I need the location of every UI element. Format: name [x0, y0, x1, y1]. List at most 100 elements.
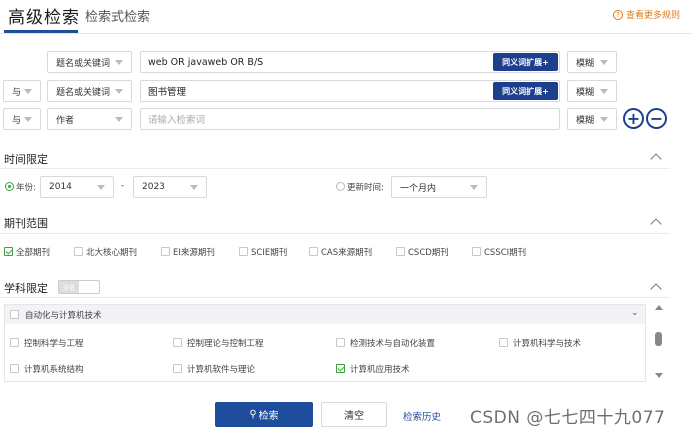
- divider: [0, 168, 670, 169]
- synonym-label-1: 同义词扩展: [502, 57, 543, 67]
- category-label: 自动化与计算机技术: [25, 311, 102, 321]
- scroll-down-icon[interactable]: [655, 373, 663, 378]
- journal-checkbox-cssci[interactable]: [472, 247, 481, 256]
- chevron-down-icon: [600, 117, 608, 122]
- logic-select-3-label: 与: [12, 115, 22, 126]
- subject-checkbox[interactable]: [10, 364, 19, 373]
- chevron-down-icon: [190, 185, 198, 190]
- subject-item-label: 计算机科学与技术: [513, 339, 582, 349]
- select-all-toggle[interactable]: 全选: [58, 280, 100, 294]
- search-history-link[interactable]: 检索历史: [403, 409, 441, 423]
- search-term-1-value: web OR javaweb OR B/S: [148, 56, 264, 68]
- chevron-down-icon: [24, 117, 32, 122]
- update-time-radio[interactable]: [336, 182, 345, 191]
- chevron-down-icon: [24, 89, 32, 94]
- subject-checkbox[interactable]: [336, 338, 345, 347]
- synonym-expand-button-1[interactable]: 同义词扩展 +: [493, 53, 558, 71]
- scroll-thumb[interactable]: [655, 332, 662, 346]
- field-select-3-label: 作者: [56, 115, 75, 126]
- match-select-2[interactable]: 模糊: [567, 80, 617, 102]
- journal-checkbox-scie[interactable]: [239, 247, 248, 256]
- help-link-label: 查看更多规则: [625, 11, 680, 21]
- match-select-1-label: 模糊: [576, 58, 595, 69]
- update-time-select[interactable]: 一个月内: [391, 176, 487, 198]
- update-time-label: 更新时间:: [347, 183, 384, 193]
- logic-select-2[interactable]: 与: [3, 80, 41, 102]
- subject-checkbox[interactable]: [336, 364, 345, 373]
- divider: [0, 297, 670, 298]
- journal-checkbox-ei[interactable]: [161, 247, 170, 256]
- divider: [0, 233, 670, 234]
- chevron-down-icon: [115, 60, 123, 65]
- journal-checkbox-all[interactable]: [4, 247, 13, 256]
- tab-divider: [0, 33, 692, 34]
- search-term-3-placeholder: 请输入检索词: [148, 115, 206, 126]
- journal-checkbox-pku[interactable]: [74, 247, 83, 256]
- plus-icon: +: [542, 57, 549, 67]
- year-to-select[interactable]: 2023: [133, 176, 207, 198]
- logic-select-2-label: 与: [12, 87, 22, 98]
- watermark: CSDN @七七四十九077: [470, 408, 666, 428]
- question-icon: ?: [612, 9, 623, 20]
- search-button-label: 检索: [258, 411, 279, 422]
- field-select-2[interactable]: 题名或关键词: [47, 80, 132, 102]
- journal-option-label: CSSCI期刊: [484, 248, 527, 258]
- year-to-value: 2023: [142, 182, 165, 192]
- search-icon: ⚲: [249, 409, 257, 420]
- time-section-title: 时间限定: [4, 153, 48, 166]
- match-select-1[interactable]: 模糊: [567, 51, 617, 73]
- year-from-value: 2014: [49, 182, 72, 192]
- search-term-input-3[interactable]: 请输入检索词: [140, 108, 560, 130]
- subject-item-label: 控制科学与工程: [24, 339, 84, 349]
- field-select-2-label: 题名或关键词: [56, 87, 111, 98]
- category-checkbox[interactable]: [10, 310, 19, 319]
- chevron-down-icon: [97, 185, 105, 190]
- search-button[interactable]: ⚲ 检索: [215, 402, 313, 427]
- subject-checkbox[interactable]: [10, 338, 19, 347]
- subject-checkbox[interactable]: [173, 338, 182, 347]
- journal-option-label: SCIE期刊: [251, 248, 288, 258]
- journal-option-label: EI来源期刊: [173, 248, 215, 258]
- subject-item-label: 计算机系统结构: [24, 365, 84, 375]
- chevron-down-icon[interactable]: ⌄: [631, 308, 639, 318]
- chevron-down-icon: [115, 89, 123, 94]
- journal-checkbox-cas[interactable]: [309, 247, 318, 256]
- match-select-2-label: 模糊: [576, 87, 595, 98]
- subject-list: 自动化与计算机技术 ⌄ 控制科学与工程 控制理论与控制工程 检测技术与自动化装置…: [4, 304, 646, 382]
- field-select-1[interactable]: 题名或关键词: [47, 51, 132, 73]
- journal-checkbox-cscd[interactable]: [396, 247, 405, 256]
- add-row-icon[interactable]: +: [623, 108, 644, 129]
- journal-option-label: CAS来源期刊: [321, 248, 373, 258]
- subject-scrollbar[interactable]: [652, 305, 666, 383]
- match-select-3-label: 模糊: [576, 115, 595, 126]
- journal-section-title: 期刊范围: [4, 217, 48, 230]
- help-link[interactable]: ? 查看更多规则: [612, 8, 680, 21]
- update-time-value: 一个月内: [400, 183, 437, 194]
- tab-expression-search[interactable]: 检索式检索: [85, 6, 150, 25]
- remove-row-icon[interactable]: −: [646, 108, 667, 129]
- scroll-up-icon[interactable]: [655, 305, 663, 310]
- year-from-select[interactable]: 2014: [40, 176, 114, 198]
- chevron-up-icon[interactable]: [650, 153, 662, 165]
- year-radio[interactable]: [5, 182, 14, 191]
- subject-checkbox[interactable]: [173, 364, 182, 373]
- subject-checkbox[interactable]: [499, 338, 508, 347]
- subject-item-label: 控制理论与控制工程: [187, 339, 264, 349]
- subject-category-header[interactable]: 自动化与计算机技术 ⌄: [5, 305, 645, 324]
- field-select-1-label: 题名或关键词: [56, 58, 111, 69]
- chevron-up-icon[interactable]: [650, 283, 662, 295]
- tab-advanced-search[interactable]: 高级检索: [8, 3, 80, 28]
- synonym-expand-button-2[interactable]: 同义词扩展 +: [493, 82, 558, 100]
- field-select-3[interactable]: 作者: [47, 108, 132, 130]
- search-term-2-value: 图书管理: [148, 87, 187, 98]
- journal-option-label: CSCD期刊: [408, 248, 449, 258]
- year-range-dash: -: [121, 181, 125, 191]
- journal-option-label: 北大核心期刊: [86, 248, 138, 258]
- subject-item-label: 计算机应用技术: [350, 365, 410, 375]
- chevron-up-icon[interactable]: [650, 218, 662, 230]
- synonym-label-2: 同义词扩展: [502, 86, 543, 96]
- chevron-down-icon: [600, 60, 608, 65]
- clear-button[interactable]: 清空: [321, 402, 387, 427]
- match-select-3[interactable]: 模糊: [567, 108, 617, 130]
- logic-select-3[interactable]: 与: [3, 108, 41, 130]
